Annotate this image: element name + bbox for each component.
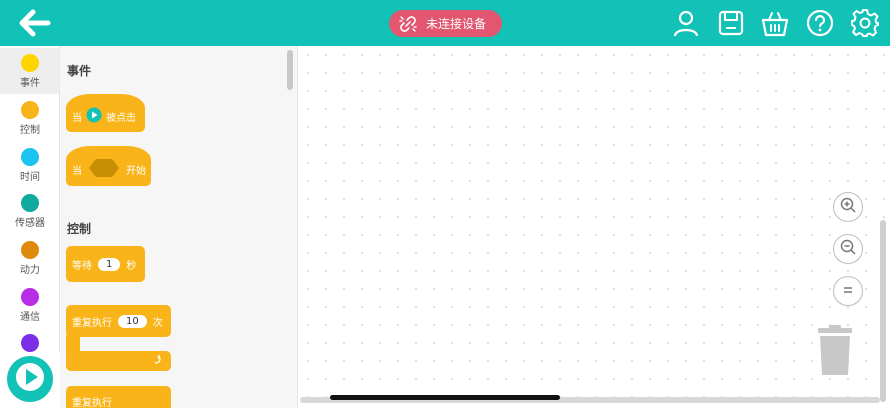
play-icon xyxy=(13,360,47,398)
loop-arrow-icon xyxy=(153,354,163,368)
category-label: 通信 xyxy=(20,312,40,323)
palette-scrollbar[interactable] xyxy=(287,50,293,90)
connection-status-button[interactable]: 未连接设备 xyxy=(389,10,502,37)
block-text: 被点击 xyxy=(106,112,136,124)
block-forever[interactable]: 重复执行 xyxy=(66,386,171,408)
top-bar: 未连接设备 xyxy=(0,0,890,46)
unlink-icon xyxy=(393,10,423,37)
zoom-out-button[interactable] xyxy=(833,234,863,264)
category-dot xyxy=(21,334,39,352)
condition-slot[interactable] xyxy=(88,158,120,181)
category-dot xyxy=(21,241,39,259)
category-label: 控制 xyxy=(20,125,40,136)
category-label: 时间 xyxy=(20,172,40,183)
section-title-events: 事件 xyxy=(67,64,92,78)
category-motion[interactable]: 动力 xyxy=(0,235,59,281)
category-sensor[interactable]: 传感器 xyxy=(0,188,59,234)
category-label: 传感器 xyxy=(15,218,45,229)
zoom-reset-button[interactable] xyxy=(833,276,863,306)
section-title-control: 控制 xyxy=(67,222,92,236)
category-events[interactable]: 事件 xyxy=(0,48,59,94)
repeat-count-input[interactable]: 10 xyxy=(118,314,147,328)
back-arrow-icon[interactable] xyxy=(18,8,52,38)
category-communication[interactable]: 通信 xyxy=(0,282,59,328)
block-repeat[interactable]: 重复执行 10 次 xyxy=(66,305,171,337)
zoom-in-icon xyxy=(839,196,857,218)
block-text: 重复执行 xyxy=(72,398,112,408)
category-label: 动力 xyxy=(20,265,40,276)
block-palette: 事件 当 被点击 当 开始 控制 等待 1 秒 重复执行 10 次 重复执行 xyxy=(60,46,298,408)
canvas-vertical-scrollbar[interactable] xyxy=(880,220,886,402)
connection-status-label: 未连接设备 xyxy=(426,17,487,31)
settings-icon[interactable] xyxy=(850,8,880,38)
wait-seconds-input[interactable]: 1 xyxy=(98,257,121,271)
category-dot xyxy=(21,101,39,119)
zoom-out-icon xyxy=(839,238,857,260)
repeat-block-footer xyxy=(66,351,171,371)
block-text: 秒 xyxy=(126,260,137,272)
trash-icon[interactable] xyxy=(816,325,854,377)
category-dot xyxy=(21,288,39,306)
workspace-canvas[interactable] xyxy=(299,46,890,408)
category-dot xyxy=(21,54,39,72)
run-button[interactable] xyxy=(7,356,53,402)
basket-icon[interactable] xyxy=(760,8,790,38)
block-text: 等待 xyxy=(72,260,92,272)
equals-icon xyxy=(841,282,855,301)
help-icon[interactable] xyxy=(805,8,835,38)
block-text: 次 xyxy=(152,317,163,329)
category-dot xyxy=(21,148,39,166)
zoom-in-button[interactable] xyxy=(833,192,863,222)
block-text: 当 xyxy=(72,112,82,124)
block-when-clicked[interactable]: 当 被点击 xyxy=(66,94,145,132)
category-control[interactable]: 控制 xyxy=(0,95,59,141)
block-text: 重复执行 xyxy=(72,317,112,329)
category-label: 事件 xyxy=(20,78,40,89)
block-text: 开始 xyxy=(126,165,146,177)
play-flag-icon xyxy=(86,107,102,126)
block-text: 当 xyxy=(72,165,82,177)
block-wait[interactable]: 等待 1 秒 xyxy=(66,246,145,282)
category-dot xyxy=(21,194,39,212)
save-icon[interactable] xyxy=(716,8,746,38)
block-when-start[interactable]: 当 开始 xyxy=(66,146,151,186)
home-indicator xyxy=(330,395,560,400)
user-icon[interactable] xyxy=(671,8,701,38)
category-time[interactable]: 时间 xyxy=(0,142,59,188)
